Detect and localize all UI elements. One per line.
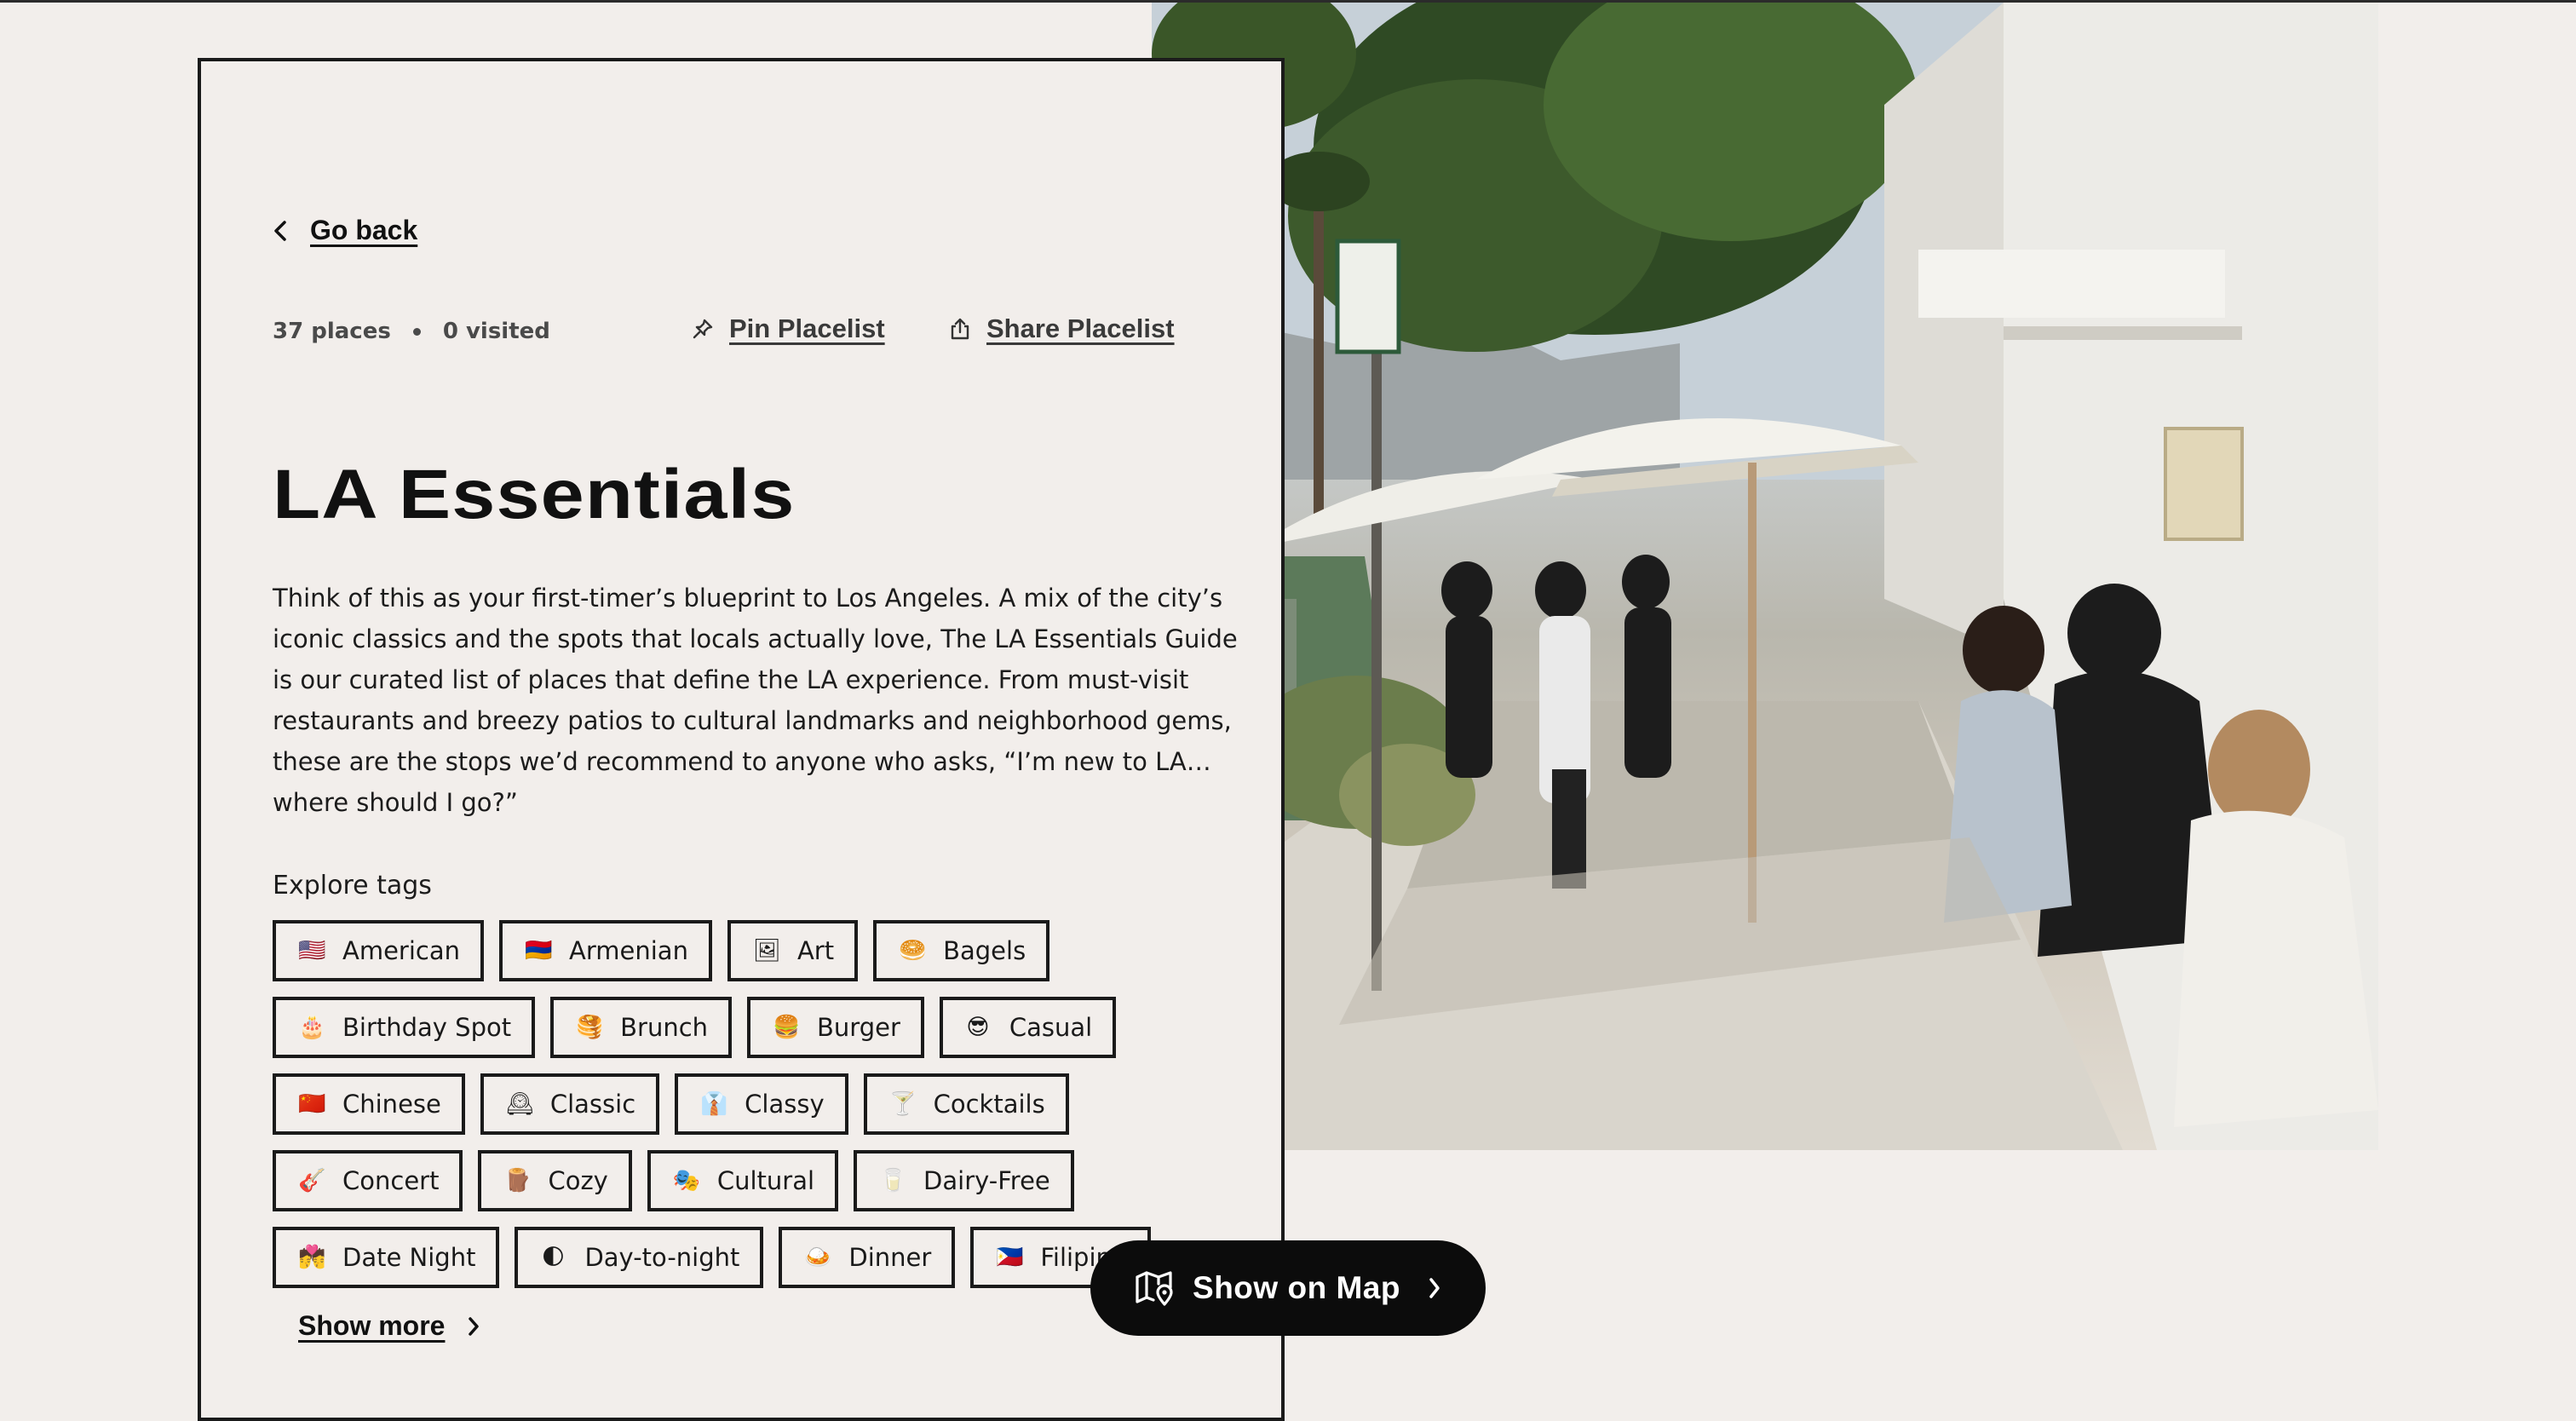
tag-bagels[interactable]: 🥯 Bagels <box>873 920 1050 981</box>
tag-dairy-free[interactable]: 🥛 Dairy-Free <box>854 1150 1074 1211</box>
chevron-left-icon <box>274 220 286 241</box>
explore-tags-heading: Explore tags <box>273 871 432 900</box>
page-title: LA Essentials <box>273 456 796 533</box>
tag-brunch[interactable]: 🥞 Brunch <box>550 997 733 1058</box>
cocktail-glass-icon: 🍸 <box>888 1091 917 1117</box>
mantel-clock-icon: 🕰 <box>505 1091 534 1117</box>
flag-us-icon: 🇺🇸 <box>298 938 326 964</box>
tag-label: Concert <box>342 1166 440 1195</box>
tag-art[interactable]: 🖼 Art <box>727 920 859 981</box>
tag-label: Birthday Spot <box>342 1013 512 1042</box>
tag-label: Classic <box>549 1090 636 1119</box>
burger-icon: 🍔 <box>773 1015 801 1040</box>
share-placelist-button[interactable]: Share Placelist <box>949 314 1175 344</box>
go-back-label: Go back <box>310 215 418 245</box>
placelist-description: Think of this as your first-timer’s blue… <box>273 584 1238 817</box>
tag-label: Dairy-Free <box>923 1166 1050 1195</box>
tag-birthday-spot[interactable]: 🎂 Birthday Spot <box>273 997 536 1058</box>
theater-masks-icon: 🎭 <box>672 1168 701 1194</box>
tag-label: Classy <box>745 1090 825 1119</box>
hero-photo <box>1152 3 2378 1150</box>
bagel-icon: 🥯 <box>899 938 927 964</box>
tag-day-to-night[interactable]: 🌓 Day-to-night <box>515 1227 764 1288</box>
flag-china-icon: 🇨🇳 <box>298 1091 326 1117</box>
dinner-plate-icon: 🍛 <box>804 1245 832 1270</box>
tag-label: Bagels <box>943 936 1026 965</box>
share-placelist-label: Share Placelist <box>986 314 1175 343</box>
tag-date-night[interactable]: 💏 Date Night <box>273 1227 500 1288</box>
tag-cocktails[interactable]: 🍸 Cocktails <box>863 1073 1069 1135</box>
tag-label: Date Night <box>342 1243 476 1272</box>
go-back-link[interactable]: Go back <box>273 215 417 246</box>
placelist-card: Go back 37 places 0 visited Pin Placelis… <box>198 58 1285 1421</box>
show-on-map-button[interactable]: Show on Map <box>1090 1240 1486 1336</box>
map-pin-icon <box>1136 1271 1173 1306</box>
tag-chinese[interactable]: 🇨🇳 Chinese <box>273 1073 465 1135</box>
tag-casual[interactable]: 😎 Casual <box>939 997 1117 1058</box>
tag-label: Cozy <box>548 1166 608 1195</box>
tag-burger[interactable]: 🍔 Burger <box>747 997 924 1058</box>
tag-label: American <box>342 936 461 965</box>
tag-label: Cultural <box>716 1166 815 1195</box>
separator-dot <box>412 327 421 336</box>
necktie-icon: 👔 <box>700 1091 728 1117</box>
tag-dinner[interactable]: 🍛 Dinner <box>779 1227 956 1288</box>
show-on-map-label: Show on Map <box>1193 1270 1400 1305</box>
tag-armenian[interactable]: 🇦🇲 Armenian <box>499 920 712 981</box>
visited-count: 0 visited <box>442 319 550 344</box>
tag-label: Brunch <box>620 1013 709 1042</box>
birthday-cake-icon: 🎂 <box>298 1015 326 1040</box>
tag-concert[interactable]: 🎸 Concert <box>273 1150 463 1211</box>
flag-armenia-icon: 🇦🇲 <box>525 938 553 964</box>
show-more-label: Show more <box>298 1310 446 1341</box>
tag-label: Dinner <box>848 1243 932 1272</box>
pin-placelist-button[interactable]: Pin Placelist <box>692 314 885 344</box>
tag-label: Art <box>796 936 835 965</box>
tag-label: Burger <box>817 1013 900 1042</box>
pancakes-icon: 🥞 <box>576 1015 604 1040</box>
show-more-tags-link[interactable]: Show more <box>298 1310 480 1342</box>
chevron-right-icon <box>1429 1278 1440 1298</box>
couple-kiss-icon: 💏 <box>298 1245 326 1270</box>
flag-philippines-icon: 🇵🇭 <box>996 1245 1024 1270</box>
sunglasses-face-icon: 😎 <box>966 1015 990 1040</box>
placelist-stats: 37 places 0 visited <box>273 319 550 344</box>
tag-label: Cocktails <box>933 1090 1045 1119</box>
framed-picture-icon: 🖼 <box>752 938 781 964</box>
pin-placelist-label: Pin Placelist <box>729 314 885 343</box>
street-cafe-illustration <box>1152 3 2378 1150</box>
tag-label: Chinese <box>342 1090 441 1119</box>
tag-list: 🇺🇸 American 🇦🇲 Armenian 🖼 Art 🥯 Bagels 🎂 Birt… <box>273 920 1261 1288</box>
tag-label: Casual <box>1009 1013 1093 1042</box>
tag-label: Day-to-night <box>584 1243 740 1272</box>
share-icon <box>951 318 969 340</box>
half-moon-icon: 🌓 <box>541 1245 565 1270</box>
tag-classic[interactable]: 🕰 Classic <box>480 1073 660 1135</box>
tag-classy[interactable]: 👔 Classy <box>675 1073 848 1135</box>
pin-icon <box>693 319 713 339</box>
tag-cultural[interactable]: 🎭 Cultural <box>647 1150 839 1211</box>
tag-american[interactable]: 🇺🇸 American <box>273 920 485 981</box>
chevron-right-icon <box>469 1316 480 1336</box>
tag-label: Armenian <box>569 936 688 965</box>
wood-log-icon: 🪵 <box>503 1168 532 1194</box>
milk-glass-icon: 🥛 <box>879 1168 907 1194</box>
places-count: 37 places <box>273 319 391 344</box>
guitar-icon: 🎸 <box>298 1168 326 1194</box>
tag-cozy[interactable]: 🪵 Cozy <box>478 1150 632 1211</box>
